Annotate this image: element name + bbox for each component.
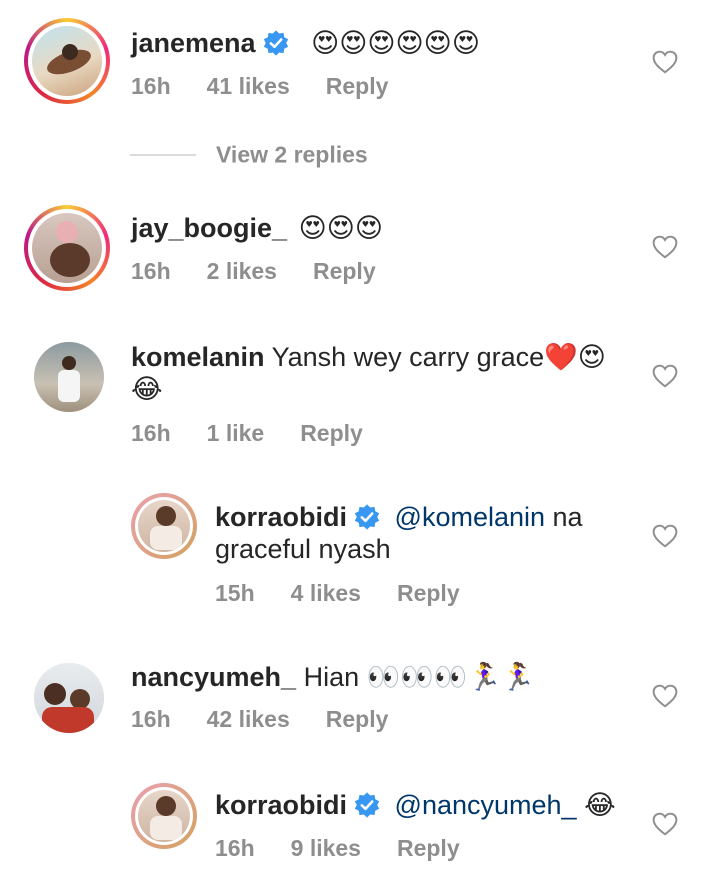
- avatar-story-ring[interactable]: [131, 493, 197, 559]
- username[interactable]: jay_boogie_: [131, 213, 287, 243]
- comment-text: graceful nyash: [215, 534, 391, 564]
- username[interactable]: komelanin: [131, 342, 265, 372]
- heart-outline-icon[interactable]: [652, 50, 678, 74]
- emoji: 😂: [584, 790, 616, 821]
- reply-button[interactable]: Reply: [326, 73, 389, 99]
- username[interactable]: korraobidi: [215, 790, 347, 820]
- view-replies-button[interactable]: View 2 replies: [130, 140, 368, 168]
- likes-count[interactable]: 42 likes: [207, 706, 290, 732]
- username[interactable]: nancyumeh_: [131, 662, 296, 692]
- avatar-story-ring[interactable]: [24, 18, 110, 104]
- likes-count[interactable]: 41 likes: [207, 73, 290, 99]
- verified-badge-icon: [354, 792, 380, 818]
- emoji: 😍😍😍: [298, 213, 384, 244]
- timestamp: 16h: [131, 73, 171, 99]
- username[interactable]: korraobidi: [215, 502, 347, 532]
- heart-outline-icon[interactable]: [652, 364, 678, 388]
- heart-outline-icon[interactable]: [652, 524, 678, 548]
- avatar: [138, 500, 190, 552]
- reply-button[interactable]: Reply: [397, 835, 460, 861]
- emoji: 😍😍😍😍😍😍: [311, 28, 480, 59]
- emoji: 👀👀👀🏃‍♀️🏃‍♀️: [366, 662, 535, 693]
- avatar[interactable]: [34, 663, 104, 733]
- likes-count[interactable]: 1 like: [207, 420, 265, 446]
- mention-link[interactable]: @nancyumeh_: [395, 790, 577, 820]
- emoji: ❤️😍: [544, 342, 606, 373]
- timestamp: 16h: [131, 420, 171, 446]
- avatar: [32, 213, 102, 283]
- timestamp: 15h: [215, 580, 255, 606]
- avatar[interactable]: [34, 342, 104, 412]
- reply-button[interactable]: Reply: [313, 258, 376, 284]
- reply-button[interactable]: Reply: [326, 706, 389, 732]
- likes-count[interactable]: 9 likes: [291, 835, 361, 861]
- comment-text: Yansh wey carry grace: [271, 342, 545, 372]
- avatar: [138, 790, 190, 842]
- view-replies-label: View 2 replies: [216, 141, 368, 168]
- reply-button[interactable]: Reply: [300, 420, 363, 446]
- verified-badge-icon: [263, 30, 288, 56]
- verified-badge-icon: [354, 504, 380, 530]
- heart-outline-icon[interactable]: [652, 684, 678, 708]
- timestamp: 16h: [215, 835, 255, 861]
- avatar-story-ring[interactable]: [131, 783, 197, 849]
- heart-outline-icon[interactable]: [652, 812, 678, 836]
- timestamp: 16h: [131, 258, 171, 284]
- likes-count[interactable]: 2 likes: [207, 258, 277, 284]
- likes-count[interactable]: 4 likes: [291, 580, 361, 606]
- username[interactable]: janemena: [131, 28, 256, 58]
- comment-text: na: [545, 502, 583, 532]
- avatar: [32, 26, 102, 96]
- mention-link[interactable]: @komelanin: [395, 502, 545, 532]
- avatar-story-ring[interactable]: [24, 205, 110, 291]
- reply-button[interactable]: Reply: [397, 580, 460, 606]
- heart-outline-icon[interactable]: [652, 235, 678, 259]
- comment-text: Hian: [303, 662, 360, 692]
- timestamp: 16h: [131, 706, 171, 732]
- divider-line: [130, 153, 196, 156]
- emoji: 😂: [131, 374, 163, 405]
